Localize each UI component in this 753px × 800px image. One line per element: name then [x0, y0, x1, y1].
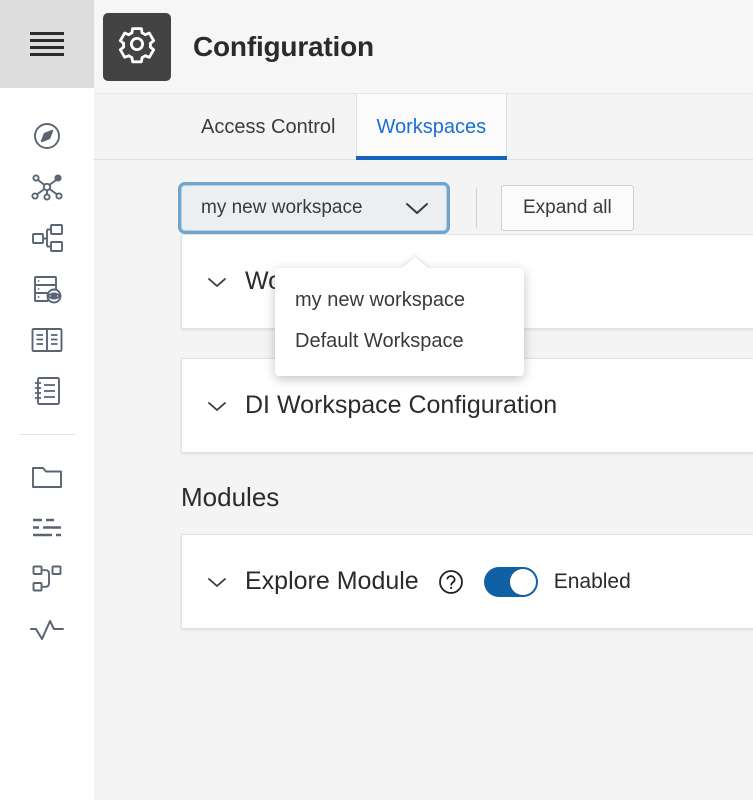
chevron-down-icon — [206, 275, 228, 289]
app-root: Configuration Access Control Workspaces … — [0, 0, 753, 800]
notebook-icon — [32, 375, 62, 407]
main-column: Configuration Access Control Workspaces … — [94, 0, 753, 800]
workspace-dropdown-menu: my new workspace Default Workspace — [275, 268, 524, 376]
list-lines-icon — [30, 515, 64, 541]
book-icon — [30, 326, 64, 354]
module-explore-toggle-label: Enabled — [554, 570, 631, 594]
rail-primary-items — [0, 88, 94, 655]
app-icon-badge — [103, 13, 171, 81]
expand-all-button[interactable]: Expand all — [501, 185, 634, 231]
tab-label: Access Control — [201, 116, 336, 139]
hamburger-menu-icon — [30, 32, 64, 56]
sidebar-item-workflows[interactable] — [0, 553, 94, 604]
dropdown-option-my-new-workspace[interactable]: my new workspace — [275, 280, 524, 321]
toggle-knob — [510, 569, 536, 595]
chevron-down-icon — [206, 575, 228, 589]
toolbar-divider — [476, 188, 477, 228]
tab-workspaces[interactable]: Workspaces — [356, 94, 508, 160]
workspace-select[interactable]: my new workspace — [181, 185, 447, 231]
page-header: Configuration — [94, 0, 753, 94]
module-explore-header[interactable]: Explore Module Enabled — [182, 535, 753, 628]
sidebar-item-explore[interactable] — [0, 110, 94, 161]
server-monitor-icon — [31, 273, 63, 305]
network-graph-icon — [30, 171, 64, 203]
pulse-icon — [29, 617, 65, 643]
data-mapping-icon — [30, 223, 64, 253]
module-title: Explore Module — [245, 567, 419, 596]
left-nav-rail — [0, 0, 94, 800]
tab-access-control[interactable]: Access Control — [181, 94, 356, 160]
workspace-toolbar: my new workspace Expand all — [94, 160, 753, 234]
page-title: Configuration — [193, 31, 374, 63]
sidebar-item-monitoring[interactable] — [0, 263, 94, 314]
rail-divider — [19, 434, 75, 435]
dropdown-option-default-workspace[interactable]: Default Workspace — [275, 321, 524, 362]
sidebar-item-catalog[interactable] — [0, 314, 94, 365]
tabs-bar: Access Control Workspaces — [94, 94, 753, 160]
compass-icon — [31, 120, 63, 152]
sidebar-item-notebook[interactable] — [0, 365, 94, 416]
sidebar-item-rules[interactable] — [0, 502, 94, 553]
sidebar-item-projects[interactable] — [0, 451, 94, 502]
chevron-down-icon — [404, 200, 430, 216]
dropdown-arrow — [401, 257, 429, 269]
question-circle-icon[interactable] — [437, 568, 465, 596]
module-explore: Explore Module Enabled — [181, 534, 753, 629]
workspace-select-value: my new workspace — [201, 197, 363, 219]
workflow-icon — [31, 564, 63, 594]
sidebar-item-mapping[interactable] — [0, 212, 94, 263]
chevron-down-icon — [206, 399, 228, 413]
menu-toggle-button[interactable] — [0, 0, 94, 88]
sidebar-item-lineage[interactable] — [0, 161, 94, 212]
sidebar-item-health[interactable] — [0, 604, 94, 655]
modules-heading: Modules — [181, 482, 753, 513]
panel-title: DI Workspace Configuration — [245, 391, 557, 420]
tab-label: Workspaces — [377, 116, 487, 139]
gear-icon — [115, 22, 159, 71]
folder-icon — [30, 463, 64, 491]
module-explore-toggle[interactable] — [484, 567, 538, 597]
